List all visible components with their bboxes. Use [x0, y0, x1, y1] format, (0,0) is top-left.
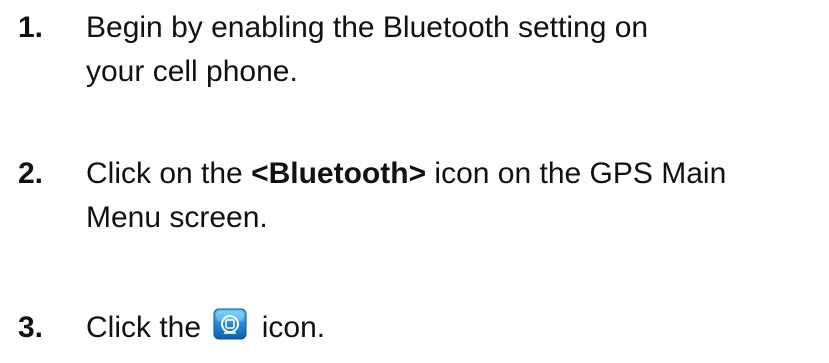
step-text: Begin by enabling the Bluetooth setting …	[86, 6, 818, 94]
step-2-suffix: icon on the GPS Main	[426, 157, 727, 190]
step-1: 1. Begin by enabling the Bluetooth setti…	[18, 6, 818, 94]
step-1-line-2: your cell phone.	[86, 55, 298, 88]
step-3-suffix: icon.	[261, 311, 326, 344]
step-2-line-1: Click on the <Bluetooth> icon on the GPS…	[86, 152, 818, 196]
step-3: 3. Click the icon.	[18, 306, 818, 350]
step-number: 2.	[18, 157, 44, 190]
step-2: 2. Click on the <Bluetooth> icon on the …	[18, 152, 818, 240]
step-1-line-1: Begin by enabling the Bluetooth setting …	[86, 11, 649, 44]
step-3-prefix: Click the	[86, 311, 202, 344]
bluetooth-label: <Bluetooth>	[251, 157, 427, 190]
step-2-prefix: Click on the	[86, 157, 252, 190]
bluetooth-search-icon	[213, 308, 247, 340]
step-text: Click on the <Bluetooth> icon on the GPS…	[86, 152, 818, 240]
step-number: 3.	[18, 311, 44, 344]
step-number: 1.	[18, 11, 44, 44]
step-text: Click the icon.	[86, 306, 818, 350]
step-2-line-2: Menu screen.	[86, 201, 268, 234]
